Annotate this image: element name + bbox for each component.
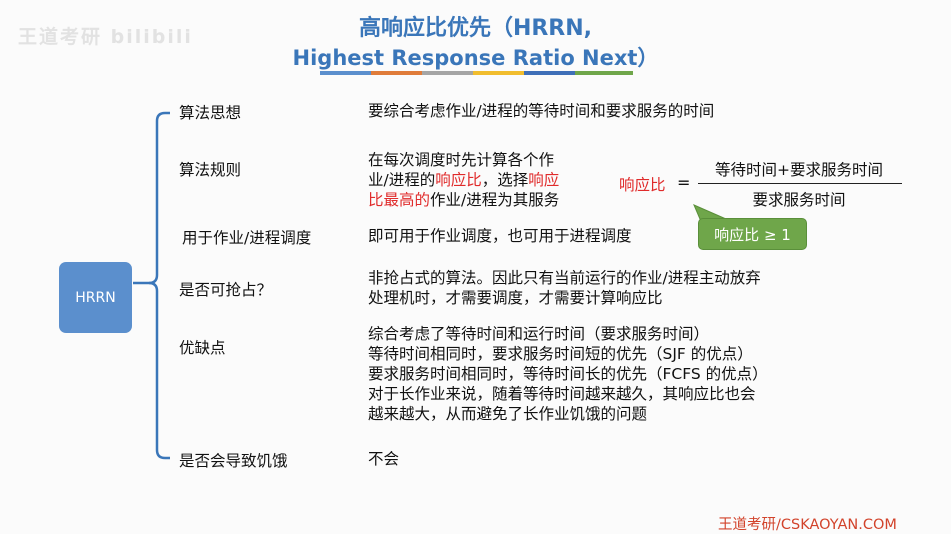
response-ratio-note-text: 响应比 ≥ 1 [714, 225, 791, 244]
callout-pointer [693, 204, 727, 220]
footer-brand: 王道考研/CSKAOYAN.COM [718, 517, 897, 533]
response-ratio-note: 响应比 ≥ 1 [698, 218, 807, 250]
slide: 王道考研 bilibili 高响应比优先（HRRN, Highest Respo… [0, 0, 951, 534]
